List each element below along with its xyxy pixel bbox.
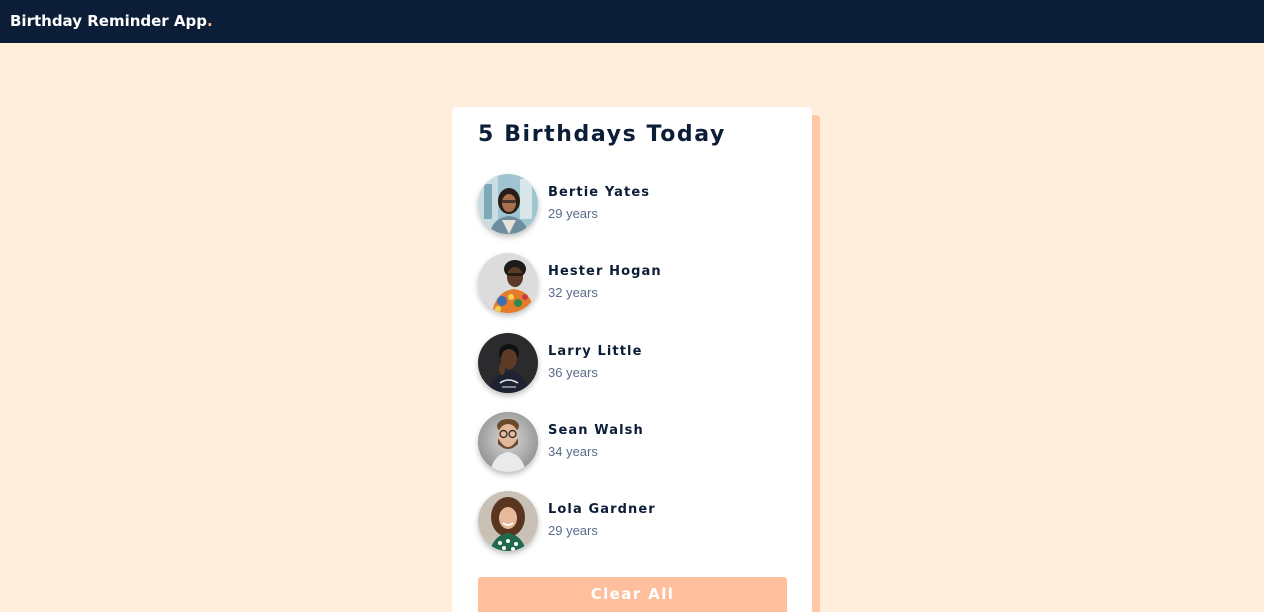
person-age: 29 years [548,523,598,538]
person-item: Sean Walsh 34 years [478,412,778,472]
avatar-photo-icon [478,412,538,472]
birthday-title-text: Birthdays Today [504,122,726,147]
person-name: Hester Hogan [548,264,662,279]
person-age: 32 years [548,285,598,300]
person-avatar [478,253,538,313]
avatar-photo-icon [478,333,538,393]
person-item: Bertie Yates 29 years [478,174,778,234]
person-item: Lola Gardner 29 years [478,491,778,551]
person-avatar [478,412,538,472]
person-avatar [478,333,538,393]
app-title-text: Birthday Reminder App [10,12,208,30]
avatar-photo-icon [478,174,538,234]
person-avatar [478,491,538,551]
person-age: 29 years [548,206,598,221]
clear-all-button[interactable]: Clear All [478,577,787,612]
avatar-photo-icon [478,491,538,551]
person-name: Bertie Yates [548,185,651,200]
person-age: 36 years [548,365,598,380]
page-title: 5 Birthdays Today [478,122,726,147]
person-avatar [478,174,538,234]
person-name: Lola Gardner [548,502,656,517]
birthday-card: 5 Birthdays Today Bertie Yates 29 years [452,107,812,612]
person-age: 34 years [548,444,598,459]
card-shadow-accent [812,115,820,612]
top-navbar: Birthday Reminder App. [0,0,1264,43]
app-title[interactable]: Birthday Reminder App. [10,12,213,31]
avatar-photo-icon [478,253,538,313]
person-name: Larry Little [548,344,643,359]
person-item: Larry Little 36 years [478,333,778,393]
person-item: Hester Hogan 32 years [478,253,778,313]
app-title-dot: . [207,12,213,30]
birthday-count: 5 [478,122,495,147]
person-name: Sean Walsh [548,423,644,438]
